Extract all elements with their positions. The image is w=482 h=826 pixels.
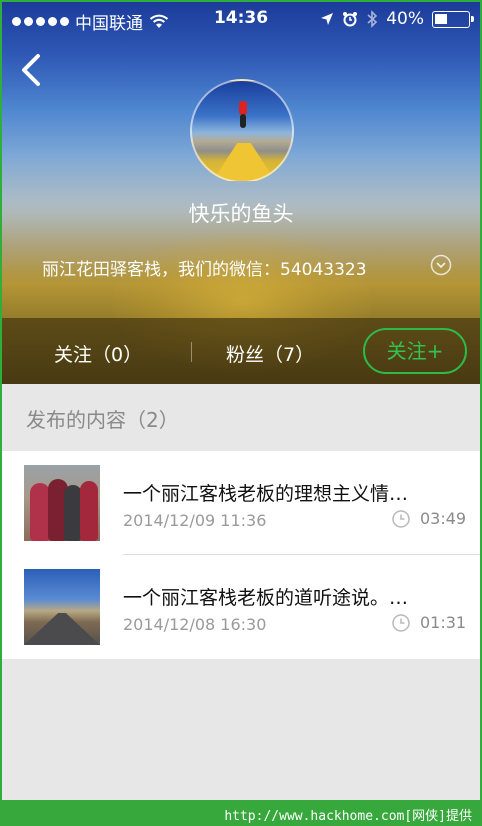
stats-divider bbox=[191, 342, 192, 362]
post-duration: 03:49 bbox=[392, 509, 466, 528]
post-date: 2014/12/09 11:36 bbox=[123, 511, 267, 530]
back-arrow-icon[interactable] bbox=[16, 50, 46, 90]
bio-text: 丽江花田驿客栈，我们的微信：54043323 bbox=[42, 260, 367, 280]
username: 快乐的鱼头 bbox=[188, 202, 294, 226]
post-title: 一个丽江客栈老板的道听途说。… bbox=[123, 587, 409, 609]
post-thumbnail bbox=[24, 465, 100, 541]
duration-label: 03:49 bbox=[420, 509, 467, 528]
location-arrow-icon bbox=[321, 13, 334, 25]
stats-bar: 关注（0） 粉丝（7） 关注+ bbox=[2, 318, 480, 384]
watermark-text: http://www.hackhome.com[网侠]提供 bbox=[224, 809, 472, 824]
post-duration: 01:31 bbox=[392, 613, 466, 632]
post-date: 2014/12/08 16:30 bbox=[123, 615, 267, 634]
clock-icon bbox=[392, 509, 410, 528]
alarm-icon bbox=[343, 12, 358, 27]
watermark-bar: http://www.hackhome.com[网侠]提供 bbox=[0, 800, 482, 826]
follow-button[interactable]: 关注+ bbox=[363, 328, 467, 374]
bluetooth-icon bbox=[367, 10, 378, 28]
status-bar: 中国联通 14:36 40% bbox=[2, 2, 480, 36]
battery-percent: 40% bbox=[386, 9, 424, 29]
followers-count[interactable]: 粉丝（7） bbox=[226, 340, 314, 367]
post-title: 一个丽江客栈老板的理想主义情… bbox=[123, 483, 409, 505]
app-frame: 中国联通 14:36 40% 快乐的鱼头 丽江花田驿客栈，我们的微信：54043… bbox=[0, 0, 482, 826]
following-count[interactable]: 关注（0） bbox=[54, 340, 142, 367]
post-list: 一个丽江客栈老板的理想主义情… 2014/12/09 11:36 03:49 一… bbox=[2, 451, 480, 659]
post-thumbnail bbox=[24, 569, 100, 645]
list-item[interactable]: 一个丽江客栈老板的道听途说。… 2014/12/08 16:30 01:31 bbox=[2, 555, 480, 659]
clock-icon bbox=[392, 613, 410, 632]
profile-header: 中国联通 14:36 40% 快乐的鱼头 丽江花田驿客栈，我们的微信：54043… bbox=[2, 2, 480, 384]
list-item[interactable]: 一个丽江客栈老板的理想主义情… 2014/12/09 11:36 03:49 bbox=[2, 451, 480, 555]
expand-chevron-icon[interactable] bbox=[430, 254, 452, 276]
avatar[interactable] bbox=[190, 79, 294, 183]
duration-label: 01:31 bbox=[420, 613, 467, 632]
battery-icon bbox=[432, 10, 474, 28]
section-title: 发布的内容（2） bbox=[26, 408, 179, 432]
